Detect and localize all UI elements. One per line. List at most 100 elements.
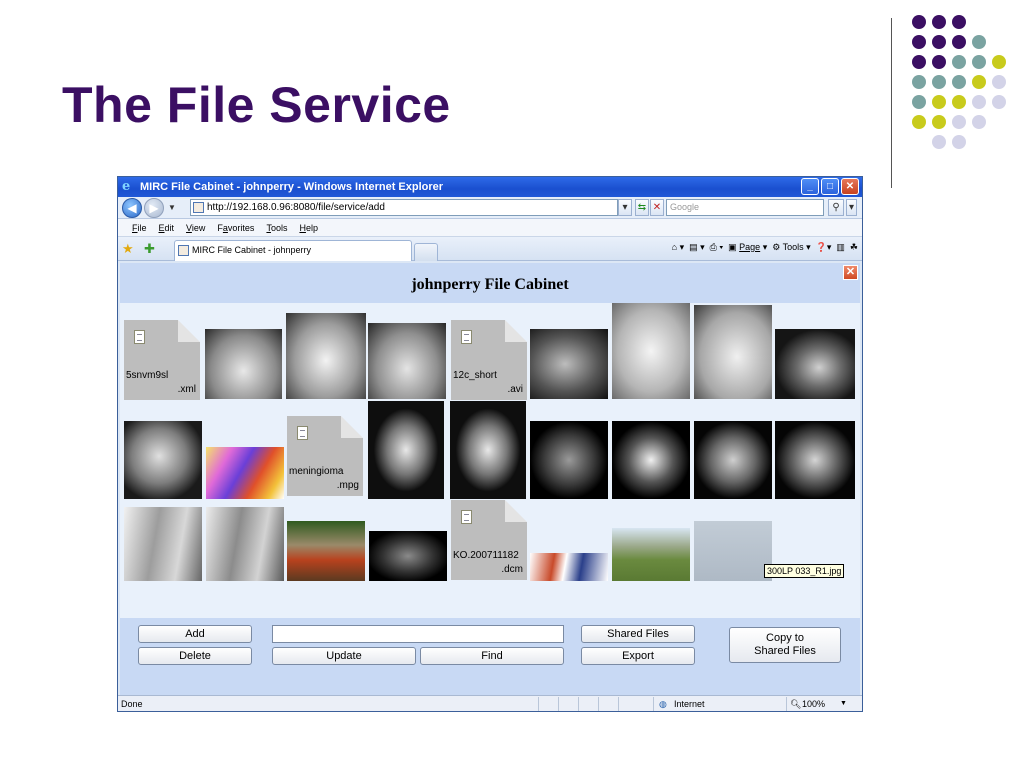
tools-menu[interactable]: ⚙ Tools ▾ bbox=[772, 242, 810, 253]
thumbnail-image[interactable] bbox=[694, 421, 772, 499]
search-options-icon[interactable]: ▾ bbox=[846, 199, 857, 216]
address-toolbar: ◀ ▶ ▼ http://192.168.0.96:8080/file/serv… bbox=[118, 197, 862, 219]
thumbnail-image[interactable] bbox=[530, 329, 608, 399]
help-icon[interactable]: ❓▾ bbox=[816, 242, 832, 253]
menu-help[interactable]: Help bbox=[299, 223, 318, 233]
zoom-level[interactable]: 100% bbox=[802, 696, 825, 711]
favorites-star-icon[interactable]: ★ bbox=[122, 241, 134, 257]
add-favorite-icon[interactable]: ✚ bbox=[144, 241, 155, 257]
shared-files-button[interactable]: Shared Files bbox=[581, 625, 695, 643]
decorative-dot bbox=[952, 115, 966, 129]
new-tab-button[interactable] bbox=[414, 243, 438, 261]
zoom-icon[interactable]: 🔍︎ bbox=[790, 696, 801, 711]
thumbnail-image[interactable] bbox=[775, 421, 855, 499]
decorative-dot bbox=[912, 75, 926, 89]
tab-mirc-file-cabinet[interactable]: MIRC File Cabinet - johnperry bbox=[174, 240, 412, 261]
search-icon[interactable]: ⚲ bbox=[828, 199, 844, 216]
thumbnail-image[interactable] bbox=[368, 323, 446, 399]
research-icon[interactable]: ▥ bbox=[836, 242, 845, 253]
close-window-button[interactable]: ✕ bbox=[841, 178, 859, 195]
file-tile-ko-dcm[interactable]: KO.200711182 .dcm bbox=[447, 483, 527, 583]
decorative-dot bbox=[912, 15, 926, 29]
decorative-dot bbox=[992, 95, 1006, 109]
file-name: meningioma bbox=[289, 466, 344, 477]
decorative-dot bbox=[952, 95, 966, 109]
thumbnail-image[interactable] bbox=[612, 303, 690, 399]
home-icon[interactable]: ⌂ ▾ bbox=[672, 242, 684, 253]
file-tile-meningioma[interactable]: meningioma .mpg bbox=[283, 399, 363, 499]
thumbnail-image[interactable] bbox=[369, 531, 447, 581]
decorative-dot bbox=[972, 115, 986, 129]
thumbnail-image[interactable] bbox=[124, 421, 202, 499]
update-button[interactable]: Update bbox=[272, 647, 416, 665]
thumbnail-image[interactable] bbox=[530, 421, 608, 499]
name-input[interactable] bbox=[272, 625, 564, 643]
menu-favorites[interactable]: Favorites bbox=[217, 223, 254, 233]
file-name: KO.200711182 bbox=[453, 550, 519, 561]
decorative-dot bbox=[912, 115, 926, 129]
thumbnail-image[interactable] bbox=[612, 528, 690, 581]
decorative-dot bbox=[992, 55, 1006, 69]
decorative-dot bbox=[912, 95, 926, 109]
history-dropdown-icon[interactable]: ▼ bbox=[168, 203, 176, 212]
address-input[interactable]: http://192.168.0.96:8080/file/service/ad… bbox=[190, 199, 618, 216]
zoom-dropdown-icon[interactable]: ▼ bbox=[840, 696, 847, 711]
thumbnail-image[interactable] bbox=[612, 421, 690, 499]
messenger-icon[interactable]: ☘ bbox=[850, 242, 858, 253]
thumbnail-image[interactable] bbox=[694, 305, 772, 399]
stop-icon[interactable]: ✕ bbox=[650, 199, 664, 216]
thumbnail-image[interactable] bbox=[368, 401, 444, 499]
menu-view[interactable]: View bbox=[186, 223, 205, 233]
file-tile-12c-short[interactable]: 12c_short .avi bbox=[447, 303, 527, 403]
thumbnail-image[interactable] bbox=[530, 553, 608, 581]
find-button[interactable]: Find bbox=[420, 647, 564, 665]
window-titlebar[interactable]: e MIRC File Cabinet - johnperry - Window… bbox=[118, 177, 862, 197]
thumbnail-image[interactable] bbox=[287, 521, 365, 581]
decorative-dot bbox=[932, 135, 946, 149]
window-title: MIRC File Cabinet - johnperry - Windows … bbox=[140, 181, 444, 193]
delete-button[interactable]: Delete bbox=[138, 647, 252, 665]
globe-icon: ◍ bbox=[659, 699, 667, 709]
menu-bar: File Edit View Favorites Tools Help bbox=[118, 219, 862, 237]
status-text: Done bbox=[121, 699, 143, 709]
tab-page-icon bbox=[178, 245, 189, 256]
close-cabinet-button[interactable]: ✕ bbox=[843, 265, 858, 280]
cabinet-controls: Add Delete Update Find Shared Files Expo… bbox=[120, 618, 860, 695]
thumbnail-image[interactable] bbox=[206, 507, 284, 581]
thumbnail-image[interactable] bbox=[775, 329, 855, 399]
address-text: http://192.168.0.96:8080/file/service/ad… bbox=[207, 202, 385, 213]
maximize-button[interactable]: □ bbox=[821, 178, 839, 195]
decorative-dot bbox=[912, 55, 926, 69]
file-ext: .dcm bbox=[501, 564, 523, 575]
decorative-dot bbox=[972, 35, 986, 49]
back-button[interactable]: ◀ bbox=[122, 197, 142, 218]
decorative-dot bbox=[952, 135, 966, 149]
address-dropdown-icon[interactable]: ▾ bbox=[618, 199, 632, 216]
page-menu[interactable]: ▣ Page ▾ bbox=[728, 242, 767, 253]
slide: The File Service e MIRC File Cabinet - j… bbox=[0, 0, 1024, 768]
thumbnail-image[interactable] bbox=[124, 507, 202, 581]
file-icon: KO.200711182 .dcm bbox=[451, 500, 527, 580]
thumbnail-image[interactable] bbox=[205, 329, 282, 399]
feeds-icon[interactable]: ▤ ▾ bbox=[689, 242, 705, 253]
decorative-dot bbox=[992, 75, 1006, 89]
file-name: 12c_short bbox=[453, 370, 497, 381]
export-button[interactable]: Export bbox=[581, 647, 695, 665]
search-input[interactable]: Google bbox=[666, 199, 824, 216]
minimize-button[interactable]: _ bbox=[801, 178, 819, 195]
menu-file[interactable]: File bbox=[132, 223, 147, 233]
refresh-icon[interactable]: ⇆ bbox=[635, 199, 649, 216]
zone-label: Internet bbox=[674, 699, 705, 709]
forward-button[interactable]: ▶ bbox=[144, 197, 164, 218]
menu-edit[interactable]: Edit bbox=[159, 223, 175, 233]
print-icon[interactable]: ⎙ ▾ bbox=[710, 242, 723, 253]
add-button[interactable]: Add bbox=[138, 625, 252, 643]
file-tile-5snvm9sl[interactable]: 5snvm9sl .xml bbox=[120, 303, 200, 403]
thumbnail-image[interactable] bbox=[206, 447, 284, 499]
file-icon: 12c_short .avi bbox=[451, 320, 527, 400]
thumbnail-image[interactable] bbox=[286, 313, 366, 399]
copy-to-shared-button[interactable]: Copy to Shared Files bbox=[729, 627, 841, 663]
thumbnail-image[interactable] bbox=[694, 521, 772, 581]
menu-tools[interactable]: Tools bbox=[266, 223, 287, 233]
decorative-dot bbox=[972, 75, 986, 89]
